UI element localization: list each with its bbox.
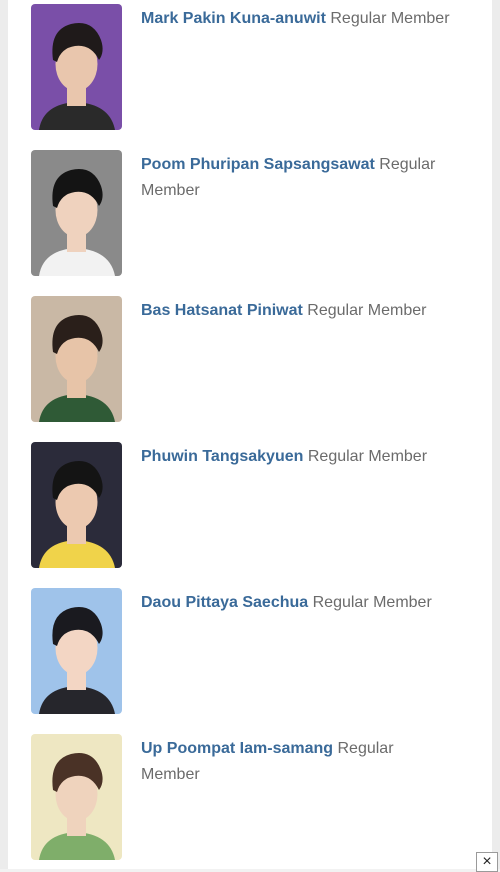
member-info: Bas Hatsanat Piniwat Regular Member <box>141 298 456 324</box>
member-name-link[interactable]: Daou Pittaya Saechua <box>141 594 308 611</box>
member-role: Regular Member <box>330 10 450 27</box>
list-item: Daou Pittaya Saechua Regular Member <box>31 588 491 718</box>
member-list: Mark Pakin Kuna-anuwit Regular Member Po… <box>8 0 492 869</box>
member-name-link[interactable]: Poom Phuripan Sapsangsawat <box>141 156 375 173</box>
member-photo[interactable] <box>31 588 122 714</box>
member-photo[interactable] <box>31 442 122 568</box>
close-icon: × <box>482 853 492 870</box>
close-button[interactable]: × <box>476 852 498 872</box>
list-item: Mark Pakin Kuna-anuwit Regular Member <box>31 4 491 134</box>
member-info: Phuwin Tangsakyuen Regular Member <box>141 444 456 470</box>
member-role: Regular Member <box>312 594 432 611</box>
member-name-link[interactable]: Bas Hatsanat Piniwat <box>141 302 303 319</box>
left-page-margin <box>0 0 8 869</box>
member-info: Mark Pakin Kuna-anuwit Regular Member <box>141 6 456 32</box>
member-photo[interactable] <box>31 4 122 130</box>
list-item: Up Poompat Iam-samang Regular Member <box>31 734 491 864</box>
member-info: Up Poompat Iam-samang Regular Member <box>141 736 456 788</box>
list-item: Poom Phuripan Sapsangsawat Regular Membe… <box>31 150 491 280</box>
member-photo[interactable] <box>31 150 122 276</box>
member-role: Regular Member <box>307 302 427 319</box>
member-name-link[interactable]: Mark Pakin Kuna-anuwit <box>141 10 326 27</box>
member-info: Daou Pittaya Saechua Regular Member <box>141 590 456 616</box>
member-name-link[interactable]: Phuwin Tangsakyuen <box>141 448 303 465</box>
list-item: Bas Hatsanat Piniwat Regular Member <box>31 296 491 426</box>
member-photo[interactable] <box>31 734 122 860</box>
member-name-link[interactable]: Up Poompat Iam-samang <box>141 740 333 757</box>
list-item: Phuwin Tangsakyuen Regular Member <box>31 442 491 572</box>
member-info: Poom Phuripan Sapsangsawat Regular Membe… <box>141 152 456 204</box>
right-page-margin <box>492 0 500 869</box>
member-role: Regular Member <box>307 448 428 465</box>
member-photo[interactable] <box>31 296 122 422</box>
